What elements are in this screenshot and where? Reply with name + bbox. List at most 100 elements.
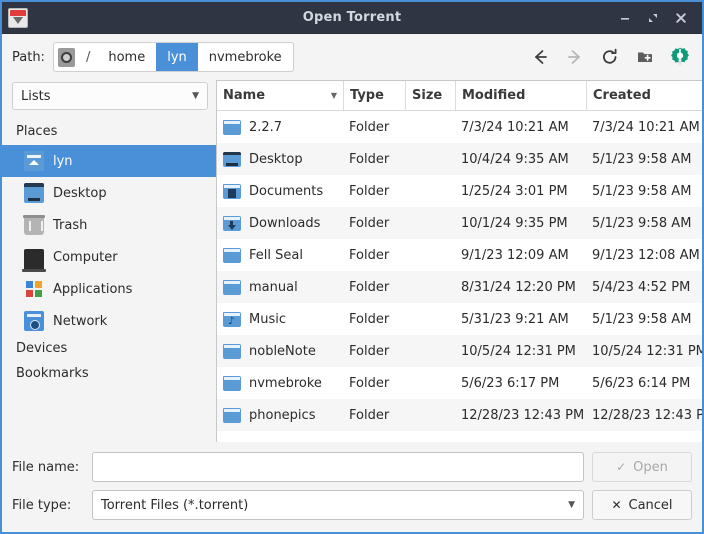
file-type: Folder	[343, 216, 405, 231]
trash-icon	[24, 215, 44, 235]
open-button[interactable]: ✓ Open	[592, 452, 692, 482]
table-row[interactable]: 2.2.7 Folder 7/3/24 10:21 AM 7/3/24 10:2…	[217, 111, 702, 143]
table-row[interactable]: nvmebroke Folder 5/6/23 6:17 PM 5/6/23 6…	[217, 367, 702, 399]
sidebar-item-applications[interactable]: Applications	[2, 273, 216, 305]
file-modified: 10/1/24 9:35 PM	[455, 216, 586, 231]
breadcrumb-item-lyn[interactable]: lyn	[156, 43, 198, 71]
file-type: Folder	[343, 184, 405, 199]
file-name: Downloads	[249, 216, 320, 231]
file-modified: 10/4/24 9:35 AM	[455, 152, 586, 167]
minimize-icon[interactable]	[612, 5, 638, 31]
column-header-label: Size	[412, 88, 442, 103]
file-type: Folder	[343, 248, 405, 263]
file-name-field[interactable]	[92, 452, 584, 482]
folder-icon	[223, 376, 241, 391]
column-header-created[interactable]: Created	[586, 81, 702, 110]
folder-icon	[223, 408, 241, 423]
window-title: Open Torrent	[2, 10, 702, 25]
table-row[interactable]: nobleNote Folder 10/5/24 12:31 PM 10/5/2…	[217, 335, 702, 367]
computer-icon	[24, 249, 44, 269]
column-header-modified[interactable]: Modified	[455, 81, 586, 110]
breadcrumb-item-nvmebroke[interactable]: nvmebroke	[198, 43, 293, 71]
file-type: Folder	[343, 280, 405, 295]
window-controls	[612, 5, 702, 31]
desktop-folder-icon	[223, 152, 241, 167]
file-type: Folder	[343, 344, 405, 359]
file-list-pane: Name ▼ Type Size Modified Created	[216, 80, 702, 442]
options-gear-icon[interactable]	[668, 45, 692, 69]
file-name: nobleNote	[249, 344, 316, 359]
sidebar-item-label: Trash	[53, 218, 87, 233]
file-modified: 10/5/24 12:31 PM	[455, 344, 586, 359]
new-folder-icon[interactable]	[633, 45, 657, 69]
documents-folder-icon	[223, 184, 241, 199]
sidebar-item-label: Network	[53, 314, 107, 329]
back-icon[interactable]	[528, 45, 552, 69]
sidebar-item-trash[interactable]: Trash	[2, 209, 216, 241]
table-row[interactable]: Desktop Folder 10/4/24 9:35 AM 5/1/23 9:…	[217, 143, 702, 175]
cancel-button[interactable]: ✕ Cancel	[592, 490, 692, 520]
toolbar-buttons	[528, 45, 692, 69]
table-row[interactable]: Documents Folder 1/25/24 3:01 PM 5/1/23 …	[217, 175, 702, 207]
breadcrumb-item-home[interactable]: home	[97, 43, 156, 71]
sidebar-item-label: lyn	[53, 154, 73, 169]
table-row[interactable]: ♪Music Folder 5/31/23 9:21 AM 5/1/23 9:5…	[217, 303, 702, 335]
sidebar-section-bookmarks[interactable]: Bookmarks	[2, 362, 216, 387]
home-folder-icon	[24, 151, 44, 171]
breadcrumb-drive[interactable]	[54, 43, 79, 71]
file-created: 5/6/23 6:14 PM	[586, 376, 702, 391]
folder-icon	[223, 248, 241, 263]
column-header-type[interactable]: Type	[343, 81, 405, 110]
breadcrumb: / home lyn nvmebroke	[53, 42, 294, 72]
document-badge-icon	[228, 189, 236, 198]
downloads-folder-icon	[223, 216, 241, 231]
file-name: 2.2.7	[249, 120, 282, 135]
file-created: 12/28/23 12:43 PM	[586, 408, 702, 423]
sidebar-item-lyn[interactable]: lyn	[2, 145, 216, 177]
file-rows: 2.2.7 Folder 7/3/24 10:21 AM 7/3/24 10:2…	[217, 111, 702, 442]
file-name: Documents	[249, 184, 323, 199]
sidebar-item-label: Applications	[53, 282, 132, 297]
sidebar-section-devices[interactable]: Devices	[2, 337, 216, 362]
applications-icon	[24, 279, 44, 299]
file-modified: 12/28/23 12:43 PM	[455, 408, 586, 423]
file-type: Folder	[343, 120, 405, 135]
table-row[interactable]: Fell Seal Folder 9/1/23 12:09 AM 9/1/23 …	[217, 239, 702, 271]
sidebar-item-network[interactable]: Network	[2, 305, 216, 337]
path-label: Path:	[12, 50, 45, 65]
file-type: Folder	[343, 152, 405, 167]
close-icon[interactable]	[668, 5, 694, 31]
file-name-input[interactable]	[101, 460, 575, 475]
dialog-footer: File name: ✓ Open File type: Torrent Fil…	[2, 442, 702, 532]
file-name: Desktop	[249, 152, 303, 167]
file-type: Folder	[343, 408, 405, 423]
file-created: 5/1/23 9:58 AM	[586, 152, 702, 167]
file-name: phonepics	[249, 408, 315, 423]
sidebar-item-computer[interactable]: Computer	[2, 241, 216, 273]
reload-icon[interactable]	[598, 45, 622, 69]
column-header-name[interactable]: Name ▼	[217, 81, 343, 110]
open-torrent-dialog: Open Torrent Path: /	[0, 0, 704, 534]
maximize-icon[interactable]	[640, 5, 666, 31]
sidebar-section-places: Places	[2, 120, 216, 145]
table-row[interactable]: phonepics Folder 12/28/23 12:43 PM 12/28…	[217, 399, 702, 431]
file-created: 5/1/23 9:58 AM	[586, 312, 702, 327]
lists-dropdown-value: Lists	[21, 89, 51, 104]
folder-icon	[223, 120, 241, 135]
file-name: nvmebroke	[249, 376, 322, 391]
file-type-label: File type:	[12, 498, 84, 513]
file-modified: 5/31/23 9:21 AM	[455, 312, 586, 327]
table-row[interactable]: manual Folder 8/31/24 12:20 PM 5/4/23 4:…	[217, 271, 702, 303]
chevron-down-icon: ▼	[568, 500, 575, 510]
check-icon: ✓	[616, 460, 626, 474]
column-header-size[interactable]: Size	[405, 81, 455, 110]
column-header-label: Modified	[462, 88, 525, 103]
file-name: manual	[249, 280, 298, 295]
table-row[interactable]: Downloads Folder 10/1/24 9:35 PM 5/1/23 …	[217, 207, 702, 239]
folder-icon	[223, 344, 241, 359]
lists-dropdown[interactable]: Lists ▼	[12, 82, 208, 110]
column-headers: Name ▼ Type Size Modified Created	[217, 81, 702, 111]
file-type-dropdown[interactable]: Torrent Files (*.torrent) ▼	[92, 490, 584, 520]
sidebar: Lists ▼ Places lyn Desktop Trash Compute…	[2, 80, 216, 442]
sidebar-item-desktop[interactable]: Desktop	[2, 177, 216, 209]
